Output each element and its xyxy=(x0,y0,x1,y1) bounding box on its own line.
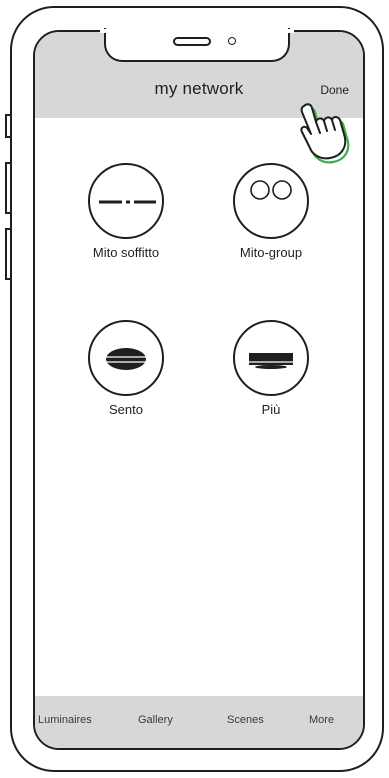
tab-scenes[interactable]: Scenes xyxy=(227,714,264,726)
tap-hand-icon xyxy=(300,103,350,164)
notch-mask xyxy=(100,29,294,33)
device-mito-group[interactable]: Mito-group xyxy=(211,163,331,260)
device-label: Sento xyxy=(109,402,143,417)
speaker-icon xyxy=(173,37,211,46)
device-piu[interactable]: Più xyxy=(211,320,331,417)
camera-icon xyxy=(228,37,236,45)
phone-mockup: my network Done Mito soffitto Mito-group… xyxy=(0,0,389,778)
group-circles-icon xyxy=(233,163,309,239)
device-label: Mito-group xyxy=(239,245,303,260)
device-label: Più xyxy=(261,402,281,417)
tab-luminaires[interactable]: Luminaires xyxy=(38,714,92,726)
tab-more[interactable]: More xyxy=(309,714,334,726)
device-sento[interactable]: Sento xyxy=(66,320,186,417)
pendant-bar-icon xyxy=(233,320,309,396)
pendant-disc-icon xyxy=(88,320,164,396)
device-label: Mito soffitto xyxy=(92,245,160,260)
tab-bar: Luminaires Gallery Scenes More xyxy=(35,696,363,748)
page-title: my network xyxy=(154,79,244,98)
linear-luminaire-icon xyxy=(88,163,164,239)
tab-gallery[interactable]: Gallery xyxy=(138,714,173,726)
done-button[interactable]: Done xyxy=(320,83,349,97)
device-mito-soffitto[interactable]: Mito soffitto xyxy=(66,163,186,260)
